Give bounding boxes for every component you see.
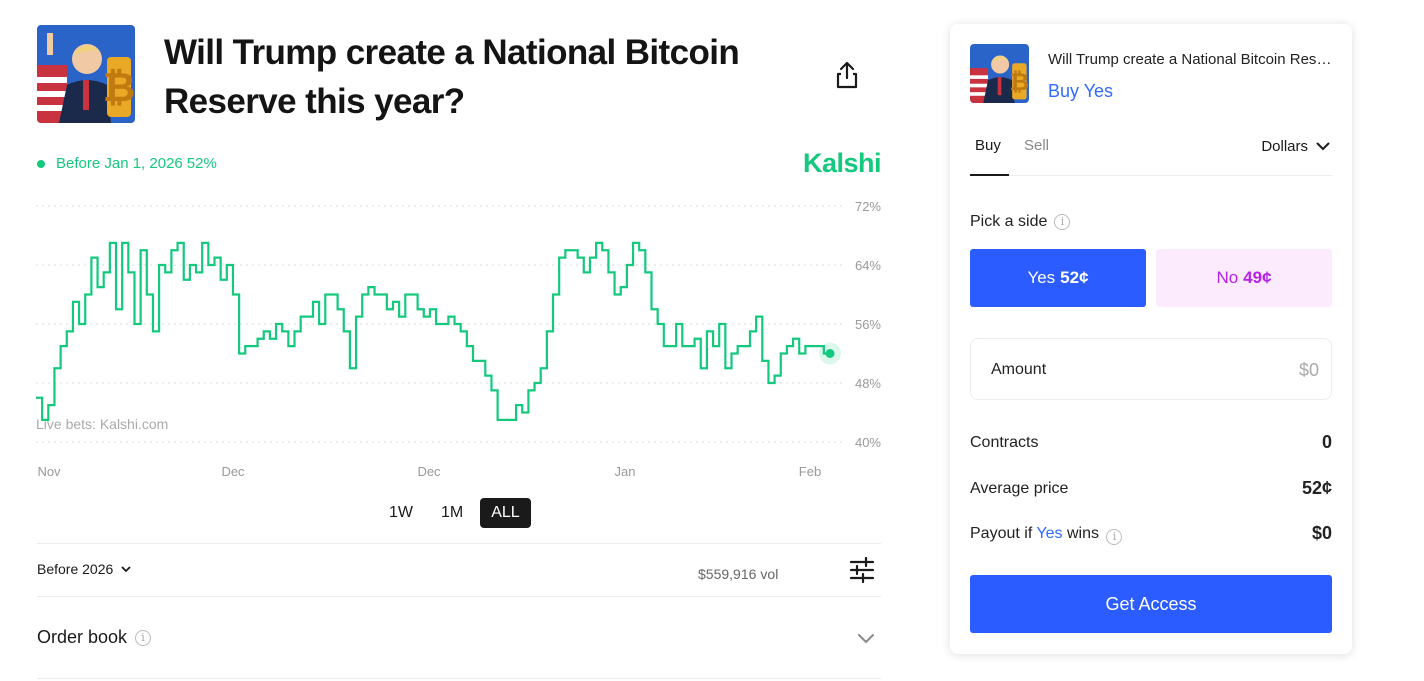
market-thumbnail: ₿ bbox=[37, 25, 135, 123]
info-icon: i bbox=[135, 629, 152, 646]
average-price-label: Average price bbox=[970, 480, 1069, 497]
average-price-value: 52¢ bbox=[1301, 478, 1332, 498]
market-select-dropdown[interactable]: Before 2026 bbox=[37, 561, 131, 577]
range-1m[interactable]: 1M bbox=[430, 498, 474, 528]
contracts-value: 0 bbox=[1321, 432, 1332, 452]
svg-text:₿: ₿ bbox=[1010, 68, 1029, 96]
contracts-label: Contracts bbox=[970, 434, 1039, 451]
payout-prefix: Payout if bbox=[970, 525, 1033, 542]
outcome-percent: 52% bbox=[186, 155, 217, 172]
volume-unit: vol bbox=[760, 566, 779, 582]
no-button[interactable]: No 49¢ bbox=[1156, 249, 1332, 307]
pick-side-label: Pick a side i bbox=[970, 213, 1071, 231]
payout-row: Payout if Yes wins i $0 bbox=[970, 523, 1332, 545]
contracts-row: Contracts 0 bbox=[970, 432, 1332, 452]
trump-bitcoin-image: ₿ bbox=[37, 25, 135, 123]
y-tick-label: 40% bbox=[855, 435, 881, 450]
y-tick-label: 64% bbox=[855, 258, 881, 273]
currency-dropdown[interactable]: Dollars bbox=[1261, 138, 1330, 155]
y-tick-label: 48% bbox=[855, 376, 881, 391]
yes-button[interactable]: Yes 52¢ bbox=[970, 249, 1146, 307]
tab-buy[interactable]: Buy bbox=[975, 137, 1001, 154]
volume-amount: $559,916 bbox=[698, 566, 757, 582]
divider bbox=[37, 678, 881, 679]
payout-suffix: wins bbox=[1066, 525, 1099, 542]
range-all[interactable]: ALL bbox=[480, 498, 531, 528]
range-selector: 1W 1M ALL bbox=[378, 498, 531, 528]
amount-value: $0 bbox=[1298, 360, 1319, 380]
order-panel: ₿ Will Trump create a National Bitcoin R… bbox=[950, 24, 1352, 654]
x-tick-label: Dec bbox=[221, 464, 245, 479]
no-price: 49¢ bbox=[1243, 268, 1272, 287]
x-tick-label: Dec bbox=[417, 464, 441, 479]
legend-dot bbox=[37, 159, 45, 168]
series-line bbox=[36, 241, 830, 421]
get-access-button[interactable]: Get Access bbox=[970, 575, 1332, 633]
x-tick-label: Feb bbox=[799, 464, 821, 479]
chevron-down-icon[interactable] bbox=[856, 628, 876, 648]
info-icon: i bbox=[1106, 529, 1123, 545]
range-1w[interactable]: 1W bbox=[378, 498, 424, 528]
panel-subtitle: Buy Yes bbox=[1048, 81, 1114, 101]
trump-bitcoin-image: ₿ bbox=[970, 44, 1029, 103]
amount-input[interactable]: Amount $0 bbox=[970, 338, 1332, 400]
y-tick-label: 56% bbox=[855, 317, 881, 332]
yes-price: 52¢ bbox=[1060, 268, 1089, 287]
chevron-down-icon bbox=[1316, 142, 1330, 151]
kalshi-logo: Kalshi bbox=[802, 148, 882, 178]
panel-thumbnail: ₿ bbox=[970, 44, 1029, 103]
info-icon: i bbox=[1054, 214, 1071, 230]
volume: $559,916 vol bbox=[698, 566, 778, 582]
trade-tabs: Buy Sell Dollars bbox=[970, 132, 1332, 176]
x-tick-label: Nov bbox=[37, 464, 61, 479]
divider bbox=[37, 543, 881, 544]
sliders-icon[interactable] bbox=[849, 556, 875, 584]
average-price-row: Average price 52¢ bbox=[970, 478, 1332, 498]
order-book-toggle[interactable]: Order book i bbox=[37, 627, 152, 648]
market-select-label: Before 2026 bbox=[37, 561, 114, 577]
tab-sell[interactable]: Sell bbox=[1024, 137, 1049, 154]
outcome-label: Before Jan 1, 2026 bbox=[56, 155, 183, 172]
share-icon[interactable] bbox=[834, 60, 860, 90]
market-title: Will Trump create a National Bitcoin Res… bbox=[164, 33, 740, 121]
divider bbox=[37, 596, 881, 597]
chart-watermark: Live bets: Kalshi.com bbox=[36, 416, 168, 432]
payout-value: $0 bbox=[1311, 523, 1332, 543]
outcome-legend: Before Jan 1, 2026 52% bbox=[37, 155, 217, 172]
last-point bbox=[825, 349, 835, 358]
panel-market-title: Will Trump create a National Bitcoin Res… bbox=[1048, 51, 1332, 68]
x-tick-label: Jan bbox=[615, 464, 636, 479]
payout-yes: Yes bbox=[1036, 525, 1063, 542]
y-tick-label: 72% bbox=[855, 199, 881, 214]
currency-label: Dollars bbox=[1261, 138, 1308, 155]
price-chart: 72% 64% 56% 48% 40% Nov Dec Dec Jan Feb Live bets:… bbox=[36, 199, 881, 479]
amount-label: Amount bbox=[991, 361, 1047, 378]
yes-label: Yes bbox=[1027, 268, 1056, 287]
active-tab-underline bbox=[970, 174, 1009, 176]
no-label: No bbox=[1216, 268, 1239, 287]
svg-text:₿: ₿ bbox=[103, 65, 135, 111]
order-book-label: Order book bbox=[37, 627, 128, 647]
chevron-down-icon bbox=[121, 565, 131, 572]
pick-side-text: Pick a side bbox=[970, 213, 1048, 230]
